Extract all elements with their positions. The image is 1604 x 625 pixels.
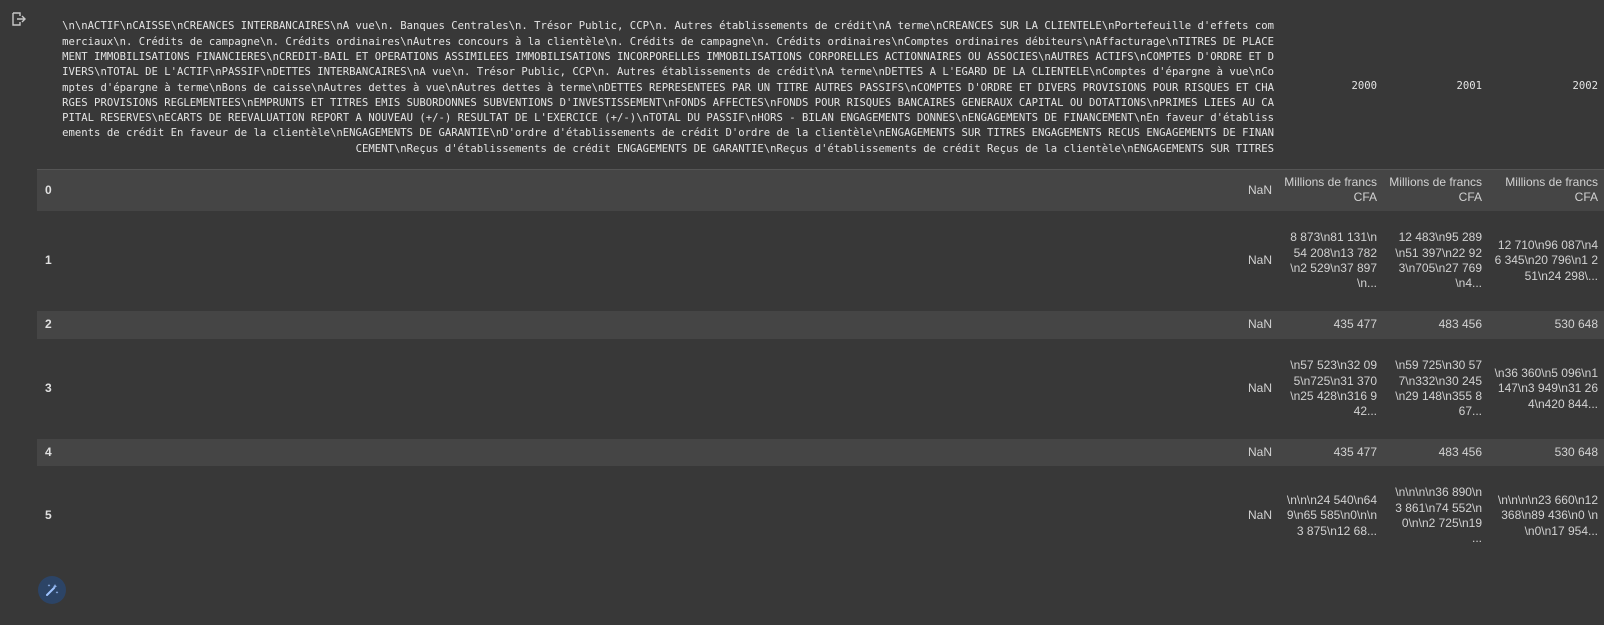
table-cell: 12 483\n95 289\n51 397\n22 923\n705\n27 … [1395,230,1482,291]
table-cell: Millions de francs CFA [1389,174,1482,205]
table-cell: \n\n\n24 540\n649\n65 585\n0\n\n3 875\n1… [1286,493,1377,538]
table-row: 5 NaN \n\n\n24 540\n649\n65 585\n0\n\n3 … [37,466,1604,566]
table-cell: NaN [1247,381,1272,396]
table-cell: NaN [1247,182,1272,197]
row-index: 5 [45,508,52,523]
table-cell: \n59 725\n30 577\n332\n30 245\n29 148\n3… [1395,358,1482,419]
table-row: 0 NaN Millions de francs CFA Millions de… [37,169,1604,211]
table-cell: 530 648 [1554,444,1598,459]
table-cell: Millions de francs CFA [1284,174,1377,205]
table-cell: \n57 523\n32 095\n725\n31 370\n25 428\n3… [1290,358,1377,419]
dataframe-output: \n\nACTIF\nCAISSE\nCREANCES INTERBANCAIR… [37,0,1604,625]
table-cell: \n\n\n\n23 660\n12 368\n89 436\n0 \n\n0\… [1497,493,1598,538]
column-header-2001: 2001 [1383,0,1488,170]
table-cell: 483 456 [1438,444,1482,459]
table-cell: 483 456 [1438,317,1482,332]
table-cell: NaN [1247,508,1272,523]
index-header [37,0,53,170]
table-cell: 530 648 [1554,317,1598,332]
table-header-row: \n\nACTIF\nCAISSE\nCREANCES INTERBANCAIR… [37,0,1604,170]
row-index: 3 [45,381,52,396]
column-header-2000: 2000 [1278,0,1383,170]
output-arrow-icon[interactable] [10,11,26,27]
table-cell: NaN [1247,317,1272,332]
table-cell: \n36 360\n5 096\n1 147\n3 949\n31 264\n4… [1494,366,1598,411]
row-index: 0 [45,182,52,197]
table-cell: 8 873\n81 131\n54 208\n13 782\n2 529\n37… [1290,230,1377,291]
magic-wand-icon [46,584,59,596]
column-header-balance-sheet: \n\nACTIF\nCAISSE\nCREANCES INTERBANCAIR… [53,0,1278,170]
table-cell: NaN [1247,253,1272,268]
magic-wand-button[interactable] [38,576,66,604]
dataframe-table: \n\nACTIF\nCAISSE\nCREANCES INTERBANCAIR… [37,0,1604,566]
table-cell: NaN [1247,444,1272,459]
column-header-2002: 2002 [1488,0,1604,170]
row-index: 4 [45,444,52,459]
table-row: 2 NaN 435 477 483 456 530 648 [37,311,1604,339]
table-cell: 435 477 [1333,317,1377,332]
table-cell: 435 477 [1333,444,1377,459]
row-index: 2 [45,317,52,332]
table-cell: Millions de francs CFA [1505,174,1598,205]
table-row: 1 NaN 8 873\n81 131\n54 208\n13 782\n2 5… [37,211,1604,311]
table-row: 3 NaN \n57 523\n32 095\n725\n31 370\n25 … [37,339,1604,439]
table-cell: \n\n\n\n36 890\n3 861\n74 552\n0\n\n2 72… [1395,485,1482,546]
table-cell: 12 710\n96 087\n46 345\n20 796\n1 251\n2… [1494,238,1598,283]
output-gutter [0,0,37,625]
table-row: 4 NaN 435 477 483 456 530 648 [37,439,1604,466]
row-index: 1 [45,253,52,268]
